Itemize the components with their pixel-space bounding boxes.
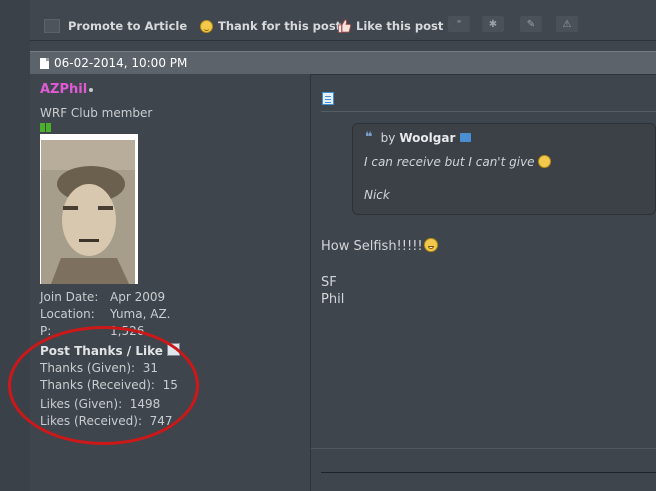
quote-block: ❝ by Woolgar I can receive but I can't g… (352, 123, 656, 215)
grin-smiley-icon (423, 238, 438, 252)
post-text-line2: SF (321, 275, 337, 290)
soldier-portrait-image (41, 140, 135, 284)
thank-label: Thank for this post (218, 19, 342, 33)
reputation-bar (40, 123, 51, 132)
warning-toolbar-icon[interactable]: ⚠ (556, 16, 578, 32)
avatar-photo (41, 140, 135, 284)
quote-header: ❝ by Woolgar (365, 130, 472, 145)
wink-smiley-icon (537, 155, 551, 168)
quote-marks-icon: ❝ (365, 130, 373, 145)
view-post-icon[interactable] (460, 133, 472, 142)
signature-divider (311, 448, 656, 449)
checkbox-icon (44, 19, 60, 33)
location-row: Location: Yuma, AZ. (40, 307, 171, 321)
promote-to-article-button[interactable]: Promote to Article (44, 18, 187, 34)
red-annotation-circle (8, 326, 199, 445)
post-date: 06-02-2014, 10:00 PM (54, 56, 188, 70)
promote-label: Promote to Article (68, 19, 188, 33)
footer-divider (321, 472, 656, 473)
like-post-button[interactable]: Like this post (338, 18, 443, 34)
quote-text-line2: Nick (364, 188, 390, 202)
user-title: WRF Club member (40, 106, 153, 120)
quote-author: Woolgar (399, 130, 456, 145)
post-action-bar: Promote to Article Thank for this post L… (30, 0, 656, 41)
like-label: Like this post (356, 19, 444, 33)
quote-toolbar-icon[interactable]: " (448, 16, 470, 32)
online-status-icon (89, 88, 93, 92)
username-link[interactable]: AZPhil (40, 82, 87, 97)
thumbs-up-icon (338, 19, 351, 33)
star-toolbar-icon[interactable]: ✱ (482, 16, 504, 32)
post-text-line1: How Selfish!!!!! (321, 238, 438, 254)
quote-text-line1: I can receive but I can't give (364, 155, 551, 169)
post-date-bar: 06-02-2014, 10:00 PM (30, 51, 656, 75)
document-icon (322, 92, 334, 105)
content-divider (321, 111, 656, 112)
thank-post-button[interactable]: Thank for this post (200, 18, 341, 34)
smiley-icon (200, 19, 213, 33)
user-info-column: AZPhil WRF Club member Join Date: Apr 200… (8, 74, 311, 491)
post-text-line3: Phil (321, 292, 345, 307)
post-content: ❝ by Woolgar I can receive but I can't g… (311, 74, 656, 491)
avatar[interactable] (40, 134, 138, 284)
edit-toolbar-icon[interactable]: ✎ (520, 16, 542, 32)
post-icon (40, 57, 49, 69)
join-date-row: Join Date: Apr 2009 (40, 290, 166, 304)
